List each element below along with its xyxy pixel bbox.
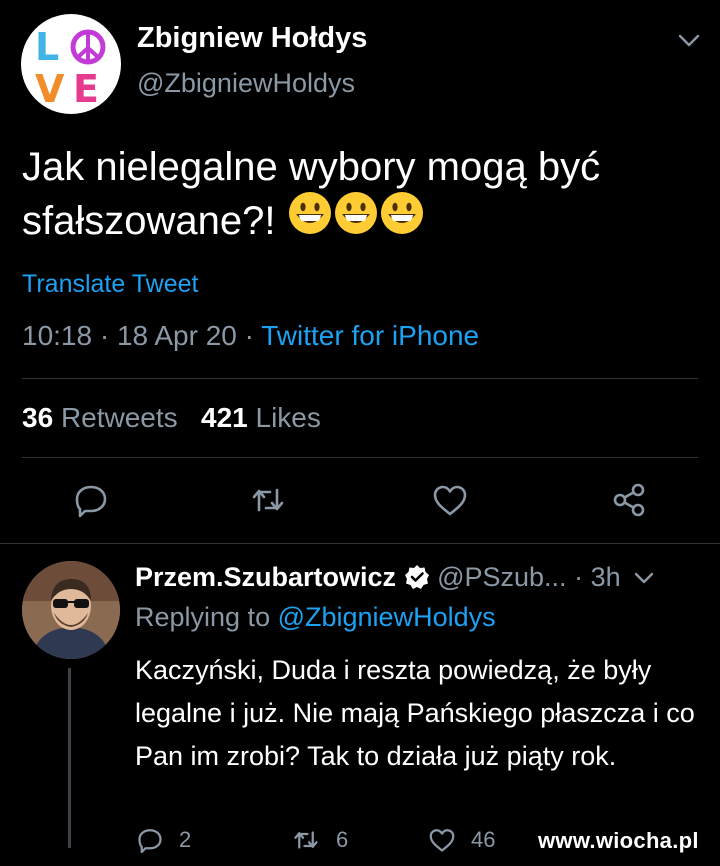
meta-separator: ·: [244, 320, 254, 351]
divider: [0, 543, 720, 544]
divider: [22, 378, 698, 379]
replying-to-handle[interactable]: @ZbigniewHoldys: [278, 602, 496, 632]
like-icon: [429, 829, 455, 852]
grinning-face-emoji-icon: [333, 190, 379, 250]
reply-text: Kaczyński, Duda i reszta powiedzą, że by…: [135, 655, 695, 771]
replying-to-label: Replying to: [135, 602, 271, 632]
author-name[interactable]: Zbigniew Hołdys: [137, 22, 367, 55]
person-avatar-icon: [22, 561, 120, 659]
translate-tweet-link[interactable]: Translate Tweet: [22, 270, 198, 299]
retweet-icon: [294, 831, 318, 849]
retweets-label: Retweets: [60, 402, 178, 433]
reply-reply-button[interactable]: 2: [135, 825, 191, 855]
tweet-stats: 36 Retweets 421 Likes: [22, 402, 321, 434]
replying-to: Replying to @ZbigniewHoldys: [135, 602, 496, 633]
watermark-name: wiocha: [595, 828, 673, 853]
tweet-text: Jak nielegalne wybory mogą być sfałszowa…: [22, 140, 692, 250]
watermark-suffix: .pl: [672, 828, 699, 853]
retweet-icon[interactable]: [248, 480, 288, 520]
likes-stat[interactable]: 421 Likes: [201, 402, 321, 433]
reply-retweet-count: 6: [336, 827, 349, 852]
tweet-date: 18 Apr 20: [116, 320, 237, 351]
svg-text:L: L: [35, 25, 59, 69]
chevron-down-icon[interactable]: [676, 27, 702, 53]
watermark-prefix: www.: [538, 828, 596, 853]
reply-avatar[interactable]: [22, 561, 120, 659]
reply-author-handle[interactable]: @PSzub...: [437, 562, 566, 592]
reply-like-count: 46: [471, 827, 496, 852]
grinning-face-emoji-icon: [379, 190, 425, 250]
likes-count: 421: [201, 402, 248, 433]
tweet-meta: 10:18 · 18 Apr 20 · Twitter for iPhone: [22, 320, 479, 352]
watermark: www.wiocha.pl: [538, 828, 699, 854]
likes-label: Likes: [255, 402, 321, 433]
svg-text:V: V: [35, 67, 65, 111]
svg-text:E: E: [73, 67, 99, 111]
author-handle[interactable]: @ZbigniewHoldys: [137, 68, 355, 99]
avatar[interactable]: L V E: [21, 14, 121, 114]
reply-like-button[interactable]: 46: [427, 825, 495, 855]
love-logo-icon: L V E: [35, 25, 106, 111]
reply-icon[interactable]: [71, 480, 111, 520]
tweet-source-link[interactable]: Twitter for iPhone: [261, 320, 479, 351]
grinning-face-emoji-icon: [287, 190, 333, 250]
reply-header: Przem.Szubartowicz @PSzub... · 3h: [135, 562, 656, 593]
reply-icon: [138, 829, 162, 854]
meta-separator: ·: [99, 320, 110, 351]
retweets-stat[interactable]: 36 Retweets: [22, 402, 178, 433]
reply-author-name[interactable]: Przem.Szubartowicz: [135, 562, 396, 592]
thread-line: [68, 668, 71, 848]
reply-age: · 3h: [574, 562, 621, 592]
reply-count: 2: [179, 827, 192, 852]
retweets-count: 36: [22, 402, 54, 433]
divider: [22, 457, 698, 458]
verified-badge-icon: [404, 565, 429, 589]
tweet-time: 10:18: [22, 320, 93, 351]
reply-retweet-button[interactable]: 6: [290, 825, 348, 855]
like-icon[interactable]: [430, 480, 470, 520]
chevron-down-icon[interactable]: [632, 566, 656, 590]
share-icon[interactable]: [609, 480, 649, 520]
